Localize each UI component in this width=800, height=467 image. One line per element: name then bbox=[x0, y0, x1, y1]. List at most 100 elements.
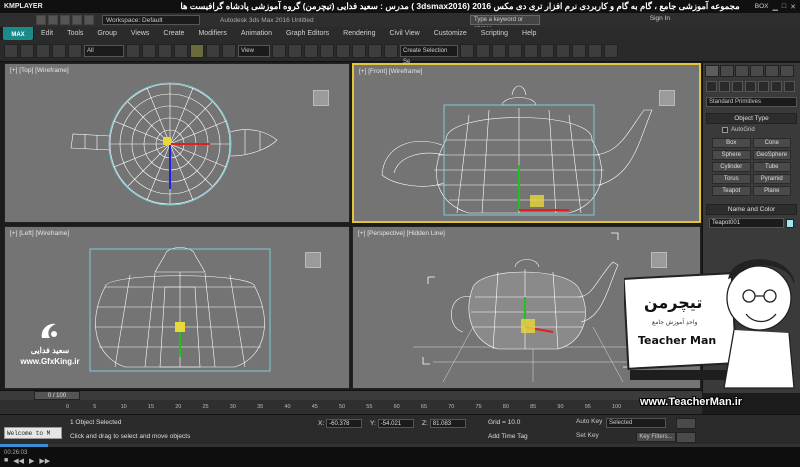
stop-icon[interactable]: ■ bbox=[4, 457, 8, 465]
auto-key-button[interactable]: Auto Key bbox=[576, 418, 602, 425]
lights-icon[interactable] bbox=[732, 81, 743, 92]
y-coordinate-field[interactable]: -54.021 bbox=[377, 418, 414, 428]
tube-button[interactable]: Tube bbox=[752, 162, 791, 172]
undo-icon[interactable] bbox=[72, 15, 82, 25]
viewcube-front[interactable] bbox=[659, 90, 675, 106]
rectangular-selection-button[interactable] bbox=[158, 43, 172, 58]
viewport-label-front[interactable]: [+] [Front] [Wireframe] bbox=[359, 68, 422, 75]
menu-graph-editors[interactable]: Graph Editors bbox=[279, 30, 336, 37]
link-button[interactable] bbox=[36, 43, 50, 58]
systems-icon[interactable] bbox=[784, 81, 795, 92]
x-coordinate-field[interactable]: -60.378 bbox=[326, 418, 363, 428]
play-button[interactable] bbox=[676, 432, 696, 443]
maximize-icon[interactable]: □ bbox=[782, 3, 786, 11]
undo-button[interactable] bbox=[4, 43, 18, 58]
time-slider[interactable]: 0 / 100 bbox=[0, 390, 702, 400]
menu-scripting[interactable]: Scripting bbox=[474, 30, 515, 37]
primitive-category-dropdown[interactable]: Standard Primitives bbox=[706, 97, 797, 107]
prev-icon[interactable]: ◀◀ bbox=[13, 457, 24, 465]
menu-tools[interactable]: Tools bbox=[60, 30, 90, 37]
pyramid-button[interactable]: Pyramid bbox=[752, 174, 791, 184]
menu-create[interactable]: Create bbox=[156, 30, 191, 37]
utilities-tab[interactable] bbox=[780, 65, 794, 77]
minimize-icon[interactable]: ▁ bbox=[773, 3, 778, 11]
autogrid-checkbox[interactable] bbox=[722, 127, 728, 133]
cone-button[interactable]: Cone bbox=[752, 138, 791, 148]
name-color-header[interactable]: Name and Color bbox=[706, 204, 797, 215]
spinner-snap-button[interactable] bbox=[368, 43, 382, 58]
go-to-start-button[interactable] bbox=[676, 418, 696, 429]
shapes-icon[interactable] bbox=[719, 81, 730, 92]
menu-modifiers[interactable]: Modifiers bbox=[191, 30, 233, 37]
redo-icon[interactable] bbox=[84, 15, 94, 25]
object-name-field[interactable]: Teapot001 bbox=[709, 218, 784, 228]
open-file-icon[interactable] bbox=[48, 15, 58, 25]
menu-help[interactable]: Help bbox=[515, 30, 543, 37]
viewcube-perspective[interactable] bbox=[651, 252, 667, 268]
schematic-view-button[interactable] bbox=[540, 43, 554, 58]
menu-customize[interactable]: Customize bbox=[427, 30, 474, 37]
viewport-top[interactable]: [+] [Top] [Wireframe] bbox=[4, 63, 350, 223]
select-by-name-button[interactable] bbox=[142, 43, 156, 58]
select-object-button[interactable] bbox=[126, 43, 140, 58]
key-set-dropdown[interactable]: Selected bbox=[606, 418, 666, 428]
select-rotate-button[interactable] bbox=[206, 43, 220, 58]
helpers-icon[interactable] bbox=[758, 81, 769, 92]
unlink-button[interactable] bbox=[52, 43, 66, 58]
add-time-tag[interactable]: Add Time Tag bbox=[488, 433, 528, 440]
display-tab[interactable] bbox=[765, 65, 779, 77]
teapot-button[interactable]: Teapot bbox=[712, 186, 751, 196]
render-production-button[interactable] bbox=[604, 43, 618, 58]
selection-filter-dropdown[interactable]: All bbox=[84, 44, 124, 57]
curve-editor-button[interactable] bbox=[524, 43, 538, 58]
viewcube-top[interactable] bbox=[313, 90, 329, 106]
select-manipulate-button[interactable] bbox=[288, 43, 302, 58]
frame-counter[interactable]: 0 / 100 bbox=[34, 391, 80, 400]
reference-coordinate-dropdown[interactable]: View bbox=[238, 44, 270, 57]
redo-button[interactable] bbox=[20, 43, 34, 58]
menu-animation[interactable]: Animation bbox=[234, 30, 279, 37]
z-coordinate-field[interactable]: 81.083 bbox=[429, 418, 466, 428]
menu-group[interactable]: Group bbox=[90, 30, 123, 37]
menu-civil-view[interactable]: Civil View bbox=[382, 30, 426, 37]
next-icon[interactable]: ▶▶ bbox=[39, 457, 50, 465]
pivot-center-button[interactable] bbox=[272, 43, 286, 58]
angle-snap-button[interactable] bbox=[336, 43, 350, 58]
render-setup-button[interactable] bbox=[572, 43, 586, 58]
sphere-button[interactable]: Sphere bbox=[712, 150, 751, 160]
percent-snap-button[interactable] bbox=[352, 43, 366, 58]
select-move-button[interactable] bbox=[190, 43, 204, 58]
space-warps-icon[interactable] bbox=[771, 81, 782, 92]
viewcube-left[interactable] bbox=[305, 252, 321, 268]
viewport-label-left[interactable]: [+] [Left] [Wireframe] bbox=[10, 230, 69, 237]
geosphere-button[interactable]: GeoSphere bbox=[752, 150, 791, 160]
menu-rendering[interactable]: Rendering bbox=[336, 30, 382, 37]
motion-tab[interactable] bbox=[750, 65, 764, 77]
object-type-header[interactable]: Object Type bbox=[706, 113, 797, 124]
material-editor-button[interactable] bbox=[556, 43, 570, 58]
align-button[interactable] bbox=[476, 43, 490, 58]
snaps-toggle-button[interactable] bbox=[320, 43, 334, 58]
hierarchy-tab[interactable] bbox=[735, 65, 749, 77]
torus-button[interactable]: Torus bbox=[712, 174, 751, 184]
modify-tab[interactable] bbox=[720, 65, 734, 77]
rendered-frame-window-button[interactable] bbox=[588, 43, 602, 58]
maxscript-listener[interactable]: Welcome to M bbox=[4, 427, 62, 439]
viewport-label-perspective[interactable]: [+] [Perspective] [Hidden Line] bbox=[358, 230, 445, 237]
object-color-swatch[interactable] bbox=[786, 218, 794, 228]
window-crossing-button[interactable] bbox=[174, 43, 188, 58]
workspace-dropdown[interactable]: Workspace: Default bbox=[102, 15, 200, 25]
bind-space-warp-button[interactable] bbox=[68, 43, 82, 58]
menu-views[interactable]: Views bbox=[124, 30, 157, 37]
new-file-icon[interactable] bbox=[36, 15, 46, 25]
set-key-button[interactable]: Set Key bbox=[576, 432, 599, 439]
named-selection-sets-dropdown[interactable]: Create Selection Se bbox=[400, 44, 458, 65]
sign-in-link[interactable]: Sign In bbox=[650, 15, 670, 22]
graphite-toggle-button[interactable] bbox=[508, 43, 522, 58]
viewport-front[interactable]: [+] [Front] [Wireframe] bbox=[352, 63, 701, 223]
playback-progress[interactable] bbox=[0, 444, 800, 447]
mirror-button[interactable] bbox=[460, 43, 474, 58]
edit-named-selection-button[interactable] bbox=[384, 43, 398, 58]
key-filters-button[interactable]: Key Filters... bbox=[636, 432, 676, 442]
close-icon[interactable]: ✕ bbox=[790, 3, 796, 11]
